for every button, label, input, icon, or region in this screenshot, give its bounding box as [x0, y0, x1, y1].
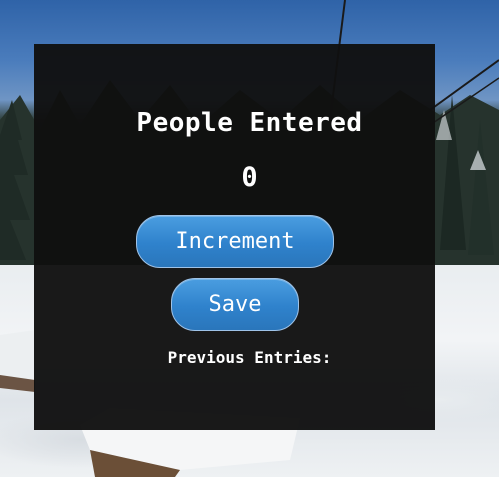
count-display: 0	[241, 162, 258, 193]
page-title: People Entered	[136, 108, 363, 138]
increment-button[interactable]: Increment	[136, 215, 334, 268]
save-button[interactable]: Save	[171, 278, 299, 331]
previous-entries-label: Previous Entries:	[167, 348, 332, 367]
